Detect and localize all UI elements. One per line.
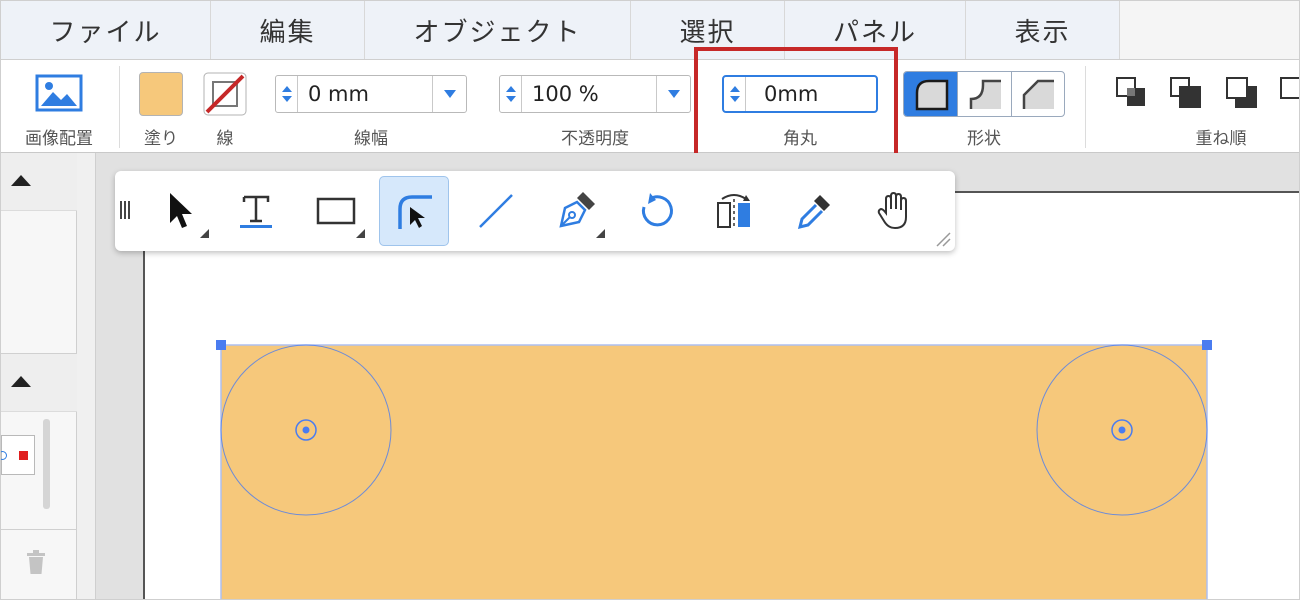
- eyedropper-icon: [797, 195, 830, 230]
- collapse-icon[interactable]: [11, 376, 31, 387]
- image-place-label: 画像配置: [25, 129, 93, 149]
- left-panel: [1, 153, 77, 599]
- opacity-label: 不透明度: [561, 129, 629, 149]
- stepper-arrows-icon[interactable]: [500, 76, 522, 112]
- stroke-label: 線: [216, 129, 234, 149]
- fill-color-swatch[interactable]: [139, 72, 183, 116]
- text-tool[interactable]: [221, 176, 291, 246]
- panel-scrollbar[interactable]: [43, 419, 50, 509]
- bring-forward-icon[interactable]: [1169, 76, 1205, 112]
- menu-file[interactable]: ファイル: [1, 1, 211, 59]
- corner-shape-group: [903, 71, 1065, 117]
- inverse-round-corner-icon: [969, 79, 1001, 109]
- flip-tool[interactable]: [699, 176, 769, 246]
- chamfer-corner-icon: [1022, 79, 1054, 109]
- chevron-down-icon[interactable]: [432, 76, 466, 112]
- stroke-width-label: 線幅: [354, 129, 388, 149]
- layer-color-marker: [19, 451, 28, 460]
- menu-edit[interactable]: 編集: [211, 1, 365, 59]
- collapse-icon[interactable]: [11, 175, 31, 186]
- eyedropper-tool[interactable]: [779, 176, 849, 246]
- stepper-arrows-icon[interactable]: [276, 76, 298, 112]
- trash-icon[interactable]: [25, 549, 47, 575]
- hand-tool[interactable]: [859, 176, 929, 246]
- resize-grip-icon[interactable]: [933, 229, 951, 247]
- menu-bar: ファイル 編集 オブジェクト 選択 パネル 表示: [1, 1, 1299, 60]
- rotate-tool[interactable]: [621, 176, 691, 246]
- select-arrow-icon: [170, 193, 192, 228]
- menu-view[interactable]: 表示: [966, 1, 1120, 59]
- rounded-rect-shape[interactable]: [201, 331, 1241, 600]
- toolbar-divider: [1085, 66, 1086, 148]
- stroke-width-value[interactable]: 0 mm: [298, 82, 432, 106]
- pen-tool[interactable]: [541, 176, 611, 246]
- submenu-indicator-icon: [356, 229, 365, 238]
- property-toolbar: 画像配置 塗り 線 0 mm 線幅 100 % 不透明度 0mm 角丸 形状 重…: [1, 60, 1300, 153]
- text-tool-icon: [240, 195, 272, 228]
- panel-section-header[interactable]: [1, 354, 77, 412]
- toolbar-divider: [119, 66, 120, 148]
- line-tool-icon: [479, 194, 513, 228]
- app-window: ファイル 編集 オブジェクト 選択 パネル 表示 画像配置 塗り 線 0 mm …: [0, 0, 1300, 600]
- opacity-value[interactable]: 100 %: [522, 82, 656, 106]
- bring-to-front-icon[interactable]: [1115, 76, 1151, 112]
- stroke-width-stepper[interactable]: 0 mm: [275, 75, 467, 113]
- corner-edit-tool[interactable]: [379, 176, 449, 246]
- rotate-tool-icon: [641, 193, 673, 227]
- line-tool[interactable]: [461, 176, 531, 246]
- grip-icon[interactable]: [120, 201, 134, 219]
- send-to-back-icon[interactable]: [1279, 76, 1300, 112]
- round-corner-icon: [915, 79, 948, 111]
- stack-order-group: [1111, 74, 1300, 114]
- pen-tool-icon: [559, 192, 595, 228]
- stack-order-label: 重ね順: [1195, 129, 1247, 149]
- chevron-down-icon[interactable]: [656, 76, 690, 112]
- shape-label: 形状: [967, 129, 1001, 149]
- menu-object[interactable]: オブジェクト: [365, 1, 631, 59]
- tool-palette: [115, 171, 955, 251]
- submenu-indicator-icon: [200, 229, 209, 238]
- panel-divider: [1, 529, 77, 530]
- corner-edit-tool-icon: [398, 195, 432, 229]
- panel-section-header[interactable]: [1, 153, 77, 211]
- round-corner-button[interactable]: [904, 72, 958, 116]
- highlight-frame: [694, 47, 898, 167]
- stroke-swatch-icon: [203, 72, 247, 116]
- inverse-round-corner-button[interactable]: [957, 72, 1010, 116]
- opacity-stepper[interactable]: 100 %: [499, 75, 691, 113]
- panel-splitter[interactable]: [77, 153, 96, 599]
- image-icon: [35, 74, 83, 112]
- image-place-button[interactable]: [35, 74, 83, 112]
- rectangle-tool-icon: [316, 197, 356, 225]
- rectangle-tool[interactable]: [301, 176, 371, 246]
- chamfer-corner-button[interactable]: [1010, 72, 1064, 116]
- flip-tool-icon: [717, 194, 750, 229]
- hand-tool-icon: [877, 191, 907, 230]
- layer-visibility-icon: [1, 451, 7, 460]
- send-backward-icon[interactable]: [1225, 76, 1261, 112]
- stroke-color-swatch[interactable]: [203, 72, 247, 116]
- layer-thumbnail[interactable]: [1, 435, 35, 475]
- submenu-indicator-icon: [596, 229, 605, 238]
- fill-label: 塗り: [144, 129, 178, 149]
- select-tool[interactable]: [145, 176, 215, 246]
